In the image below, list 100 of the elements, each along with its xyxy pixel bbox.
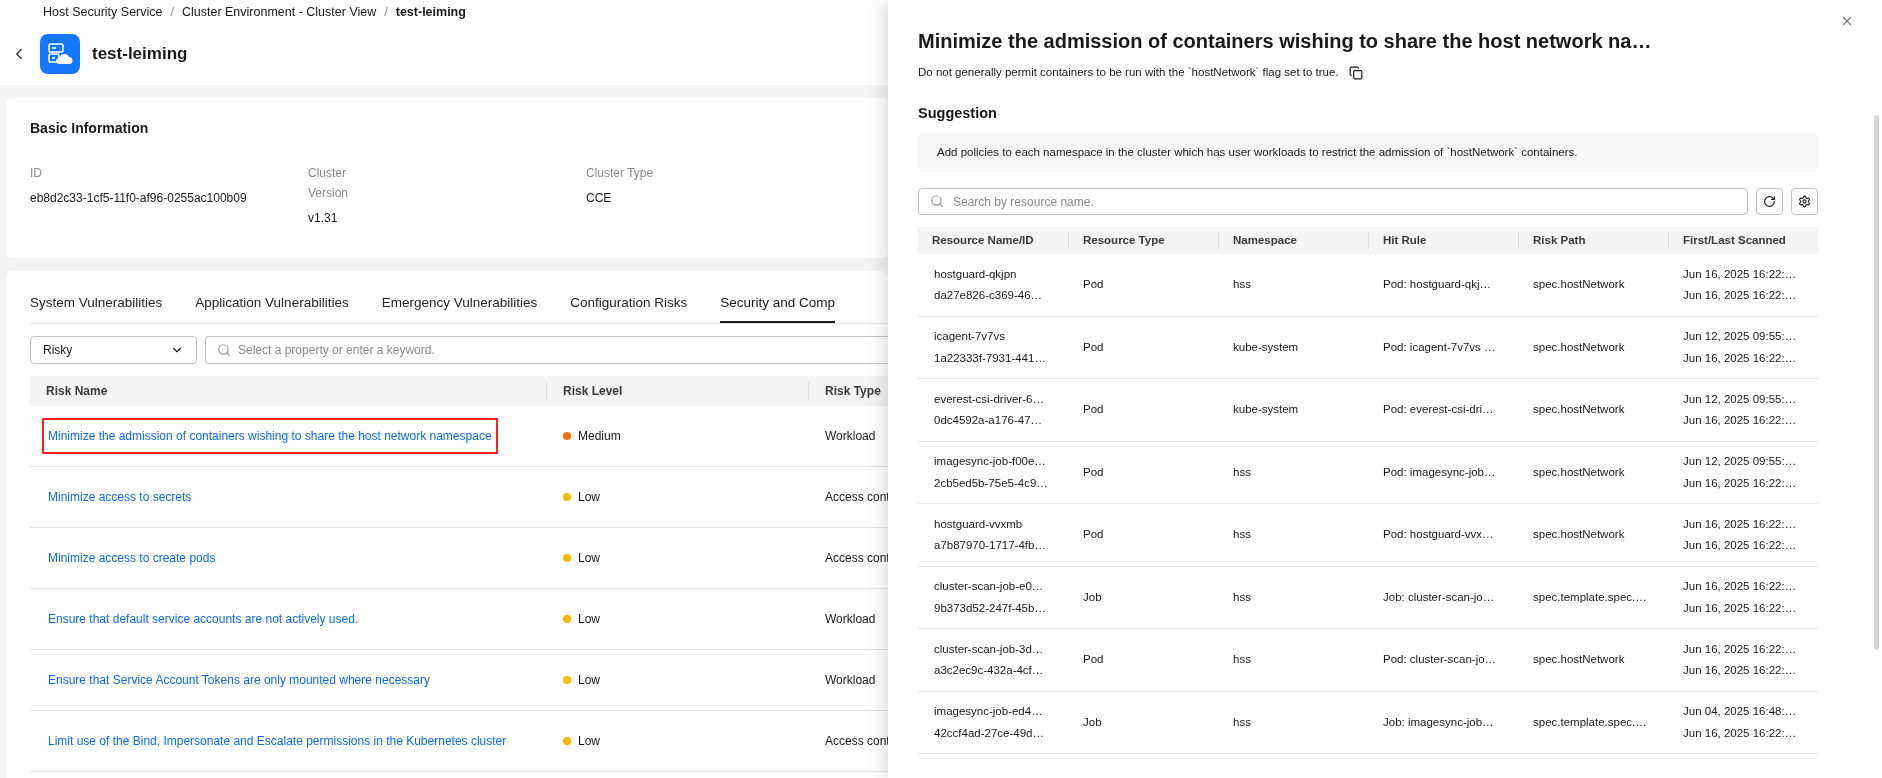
last-scanned-time: Jun 16, 2025 16:22:… [1683,288,1798,303]
filter-dropdown[interactable]: Risky [30,336,197,365]
resource-id: da27e826-c369-46… [934,288,1044,303]
risk-name-link[interactable]: Minimize access to secrets [42,479,198,516]
tab[interactable]: Configuration Risks [570,293,688,324]
resource-name: cluster-scan-job-3d… [934,641,1045,657]
resource-id: a7b87970-1717-4fb… [934,538,1047,553]
table-cell-text: Pod [1082,402,1105,418]
table-cell-text: hss [1232,464,1252,480]
resource-name: imagesync-job-f00e… [934,454,1047,470]
table-cell-text: Pod [1082,339,1105,355]
last-scanned-time: Jun 16, 2025 16:22:… [1683,475,1798,491]
table-cell-text: spec.hostNetwork [1532,652,1626,668]
risk-type: Access cont [824,550,888,568]
tab[interactable]: Security and Comp [720,293,836,324]
table-cell-text: hss [1232,277,1252,293]
first-scanned-time: Jun 16, 2025 16:22:… [1683,641,1798,657]
table-cell-text: Pod: hostguard-qkj… [1382,277,1493,293]
table-cell-text: Pod: imagesync-job… [1382,464,1497,480]
table-cell-text: spec.hostNetwork [1532,339,1626,355]
tab[interactable]: System Vulnerabilities [30,293,163,324]
field-label: Cluster Type [586,165,655,182]
risk-level: Low [578,672,600,690]
resource-name: icagent-7v7vs [934,329,1006,345]
risk-level: Low [578,550,600,568]
resource-id: 0dc4592a-a176-47… [934,413,1044,428]
table-cell-text: Pod: icagent-7v7vs … [1382,339,1497,355]
copy-icon[interactable] [1348,65,1363,80]
field-value: eb8d2c33-1cf5-11f0-af96-0255ac100b09 [30,191,248,205]
table-cell-text: Pod [1082,464,1105,480]
first-scanned-time: Jun 12, 2025 09:55:… [1683,454,1798,470]
table-cell-text: kube-system [1232,339,1300,355]
first-scanned-time: Jun 12, 2025 09:55:… [1683,391,1798,407]
field-value: v1.31 [308,211,339,225]
breadcrumb-item: test-leiming [395,4,466,21]
risk-name-link[interactable]: Ensure that default service accounts are not actively used. [42,601,365,638]
risk-type: Access cont [824,489,888,507]
table-cell-text: Pod: hostguard-vvx… [1382,527,1495,543]
table-cell-text: spec.hostNetwork [1532,277,1626,293]
breadcrumb-item[interactable]: Cluster Environment - Cluster View [181,3,377,22]
search-field[interactable]: Select a property or enter a keyword. [205,336,888,365]
column-header: Risk Path [1518,232,1668,250]
search-icon [217,343,231,358]
risk-level: Low [578,489,600,507]
table-cell-text: Pod: cluster-scan-jo… [1382,652,1498,668]
last-scanned-time: Jun 16, 2025 16:22:… [1683,350,1798,366]
resource-name: everest-csi-driver-6… [934,391,1045,407]
first-scanned-time: Jun 04, 2025 16:48:… [1683,704,1798,720]
tab[interactable]: Emergency Vulnerabilities [381,293,538,324]
table-cell-text: spec.hostNetwork [1532,402,1626,418]
table-cell-text: Pod: everest-csi-dri… [1382,402,1495,418]
settings-button[interactable] [1791,188,1818,216]
breadcrumb-separator: / [170,4,174,21]
drawer-title: Minimize the admission of containers wishing to share the host network na… [918,29,1653,54]
field-value: CCE [586,191,613,205]
table-cell-text: Job: imagesync-job… [1382,714,1495,730]
cluster-logo-icon [40,33,80,74]
breadcrumb-separator: / [384,4,388,21]
risk-level: Medium [578,428,621,446]
suggestion-box: Add policies to each namespace in the cluster which has user workloads to restrict the admission of `hostNetwork` containers. [918,133,1818,173]
refresh-button[interactable] [1756,188,1783,216]
column-header: Risk Level [546,382,808,401]
section-title: Suggestion [918,104,998,124]
table-cell-text: Pod [1082,652,1105,668]
resource-id: a3c2ec9c-432a-4cf… [934,663,1045,678]
risk-name-link[interactable]: Minimize access to create pods [42,540,222,577]
risk-level: Low [578,733,600,751]
risk-type: Access cont [824,733,888,751]
refresh-icon [1763,195,1776,209]
first-scanned-time: Jun 16, 2025 16:22:… [1683,579,1798,595]
close-icon[interactable] [1840,14,1854,28]
first-scanned-time: Jun 16, 2025 16:22:… [1683,266,1798,282]
table-cell-text: hss [1232,589,1252,605]
risk-name-link[interactable]: Minimize the admission of containers wishing to share the host network namespace [42,418,498,455]
field-label: Cluster Version [308,165,350,202]
table-cell-text: spec.template.spec.… [1532,589,1648,605]
breadcrumb-item[interactable]: Host Security Service [43,3,163,22]
risk-type: Workload [824,672,877,690]
risk-name-link[interactable]: Limit use of the Bind, Impersonate and Escalate permissions in the Kubernetes cluster [42,723,513,760]
settings-icon [1798,195,1811,209]
table-cell-text: hss [1232,652,1252,668]
table-cell-text: Job [1082,589,1103,605]
last-scanned-time: Jun 16, 2025 16:22:… [1683,725,1798,741]
resource-id: 1a22333f-7931-441… [934,350,1047,366]
table-cell-text: spec.hostNetwork [1532,464,1626,480]
table-cell-text: spec.hostNetwork [1532,527,1626,543]
search-field[interactable]: Search by resource name. [918,188,1748,216]
resource-name: hostguard-qkjpn [934,266,1018,282]
column-header: Namespace [1218,232,1368,250]
resource-name: hostguard-vvxmb [934,516,1024,532]
tab[interactable]: Application Vulnerabilities [195,293,349,324]
risk-level: Low [578,611,600,629]
last-scanned-time: Jun 16, 2025 16:22:… [1683,663,1798,678]
last-scanned-time: Jun 16, 2025 16:22:… [1683,413,1798,428]
resource-name: cluster-scan-job-e0… [934,579,1045,595]
table-cell-text: Pod [1082,277,1105,293]
table-cell-text: spec.template.spec.… [1532,714,1648,730]
column-header: Hit Rule [1368,232,1518,250]
risk-name-link[interactable]: Ensure that Service Account Tokens are only mounted where necessary [42,662,436,699]
column-header: Resource Type [1068,232,1218,250]
